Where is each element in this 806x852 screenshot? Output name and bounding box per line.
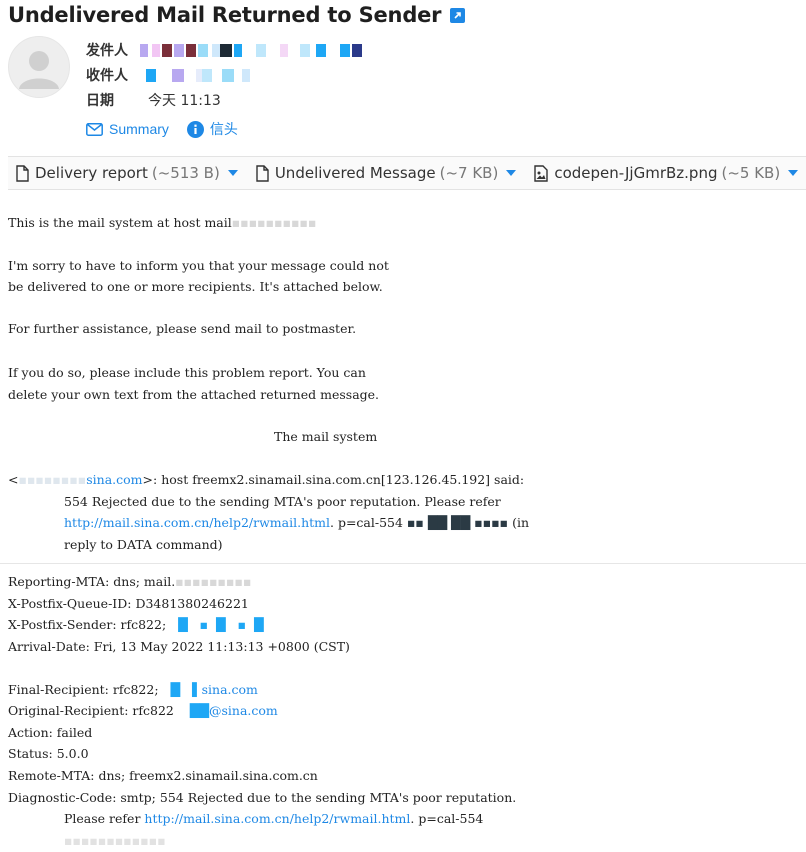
report-line: Reporting-MTA: dns; mail.▪▪▪▪▪▪▪▪▪ (8, 571, 251, 593)
report-text: X-Postfix-Sender: rfc822; (8, 617, 167, 632)
report-line: X-Postfix-Queue-ID: D3481380246221 (8, 596, 249, 611)
redacted-text: █ ▌ (158, 682, 202, 697)
redacted-text: ▪▪▪▪▪▪▪▪ (18, 472, 87, 487)
redacted-text: ▪▪▪▪▪▪▪▪▪▪ (231, 215, 317, 230)
attachment-name: Delivery report (35, 164, 148, 182)
file-icon (256, 164, 269, 182)
recipient-domain: @sina.com (209, 703, 278, 718)
report-line: Arrival-Date: Fri, 13 May 2022 11:13:13 … (8, 639, 350, 654)
chevron-down-icon[interactable] (506, 170, 517, 176)
report-text: Original-Recipient: rfc822 (8, 703, 174, 718)
body-line: be delivered to one or more recipients. … (8, 279, 383, 294)
attachment-name: Undelivered Message (274, 164, 436, 182)
attachment-image[interactable]: codepen-JjGmrBz.png (~5 KB) (534, 164, 799, 182)
from-label: 发件人 (86, 43, 128, 59)
recipient-domain: sina.com (201, 682, 258, 697)
open-external-icon[interactable] (450, 7, 466, 23)
date-value: 今天 11:13 (148, 93, 221, 109)
image-file-icon (534, 164, 549, 182)
attachment-name: codepen-JjGmrBz.png (554, 164, 718, 182)
body-text: < (8, 472, 19, 487)
help-link[interactable]: http://mail.sina.com.cn/help2/rwmail.htm… (64, 515, 330, 530)
to-value-redacted (146, 69, 276, 82)
date-label: 日期 (86, 93, 114, 109)
headers-link[interactable]: 信头 (186, 119, 238, 139)
body-text: . p=cal-554 (330, 515, 403, 530)
report-text: Final-Recipient: rfc822; (8, 682, 159, 697)
report-text: Please refer (64, 811, 145, 826)
body-signature: The mail system (274, 429, 378, 444)
report-text: Reporting-MTA: dns; mail. (8, 574, 176, 589)
redacted-text: ▪▪▪▪▪▪▪▪▪▪▪▪ (64, 833, 166, 848)
body-line: <▪▪▪▪▪▪▪▪sina.com>: host freemx2.sinamai… (8, 469, 524, 491)
to-label: 收件人 (86, 68, 128, 84)
mail-icon (86, 122, 103, 136)
body-line: I'm sorry to have to inform you that you… (8, 258, 389, 273)
summary-link-label: Summary (109, 121, 169, 137)
attachment-size: (~513 B) (151, 164, 220, 182)
attachment-delivery-report[interactable]: Delivery report (~513 B) (16, 164, 238, 182)
summary-link[interactable]: Summary (86, 121, 169, 137)
help-link[interactable]: http://mail.sina.com.cn/help2/rwmail.htm… (144, 811, 410, 826)
report-text: . p=cal-554 (410, 811, 484, 826)
report-line: Diagnostic-Code: smtp; 554 Rejected due … (8, 790, 517, 805)
email-subject: Undelivered Mail Returned to Sender (8, 3, 442, 27)
body-line: This is the mail system at host mail▪▪▪▪… (8, 212, 316, 234)
redacted-text: ▪▪▪▪▪▪▪▪▪ (175, 574, 252, 589)
body-line: http://mail.sina.com.cn/help2/rwmail.htm… (64, 512, 529, 534)
body-line: For further assistance, please send mail… (8, 321, 357, 336)
redacted-text: ▪▪ ██ ██ ▪▪▪▪ (402, 515, 513, 530)
body-line: 554 Rejected due to the sending MTA's po… (64, 494, 501, 509)
attachment-size: (~5 KB) (721, 164, 781, 182)
report-line: Final-Recipient: rfc822; █ ▌sina.com (8, 679, 258, 701)
header-links: Summary 信头 (86, 118, 256, 140)
body-text: (in (512, 515, 530, 530)
chevron-down-icon[interactable] (227, 170, 238, 176)
body-line: delete your own text from the attached r… (8, 387, 380, 402)
body-text: >: host freemx2.sinamail.sina.com.cn[123… (142, 472, 525, 487)
file-icon (16, 164, 29, 182)
subject-row: Undelivered Mail Returned to Sender (8, 0, 466, 30)
report-line: Remote-MTA: dns; freemx2.sinamail.sina.c… (8, 768, 318, 783)
redacted-text: ██ (173, 703, 209, 718)
from-value-redacted (140, 44, 370, 57)
report-line: Please refer http://mail.sina.com.cn/hel… (64, 808, 483, 830)
report-line: Action: failed (8, 725, 93, 740)
body-line: reply to DATA command) (64, 537, 223, 552)
sender-avatar (8, 36, 70, 98)
redacted-text: █ ▪ █ ▪ █ (166, 617, 264, 632)
divider (0, 563, 806, 564)
user-icon (19, 51, 59, 89)
report-line: Original-Recipient: rfc822 ██@sina.com (8, 700, 278, 722)
report-line: Status: 5.0.0 (8, 746, 89, 761)
recipient-domain: sina.com (86, 472, 143, 487)
headers-link-label: 信头 (209, 121, 238, 137)
body-text: This is the mail system at host mail (8, 215, 232, 230)
body-line: If you do so, please include this proble… (8, 365, 366, 380)
attachment-size: (~7 KB) (439, 164, 499, 182)
attachments-bar: Delivery report (~513 B) Undelivered Mes… (8, 156, 806, 190)
attachment-undelivered-message[interactable]: Undelivered Message (~7 KB) (256, 164, 517, 182)
report-line: X-Postfix-Sender: rfc822; █ ▪ █ ▪ █ (8, 614, 264, 636)
chevron-down-icon[interactable] (788, 170, 799, 176)
info-icon (186, 120, 204, 138)
